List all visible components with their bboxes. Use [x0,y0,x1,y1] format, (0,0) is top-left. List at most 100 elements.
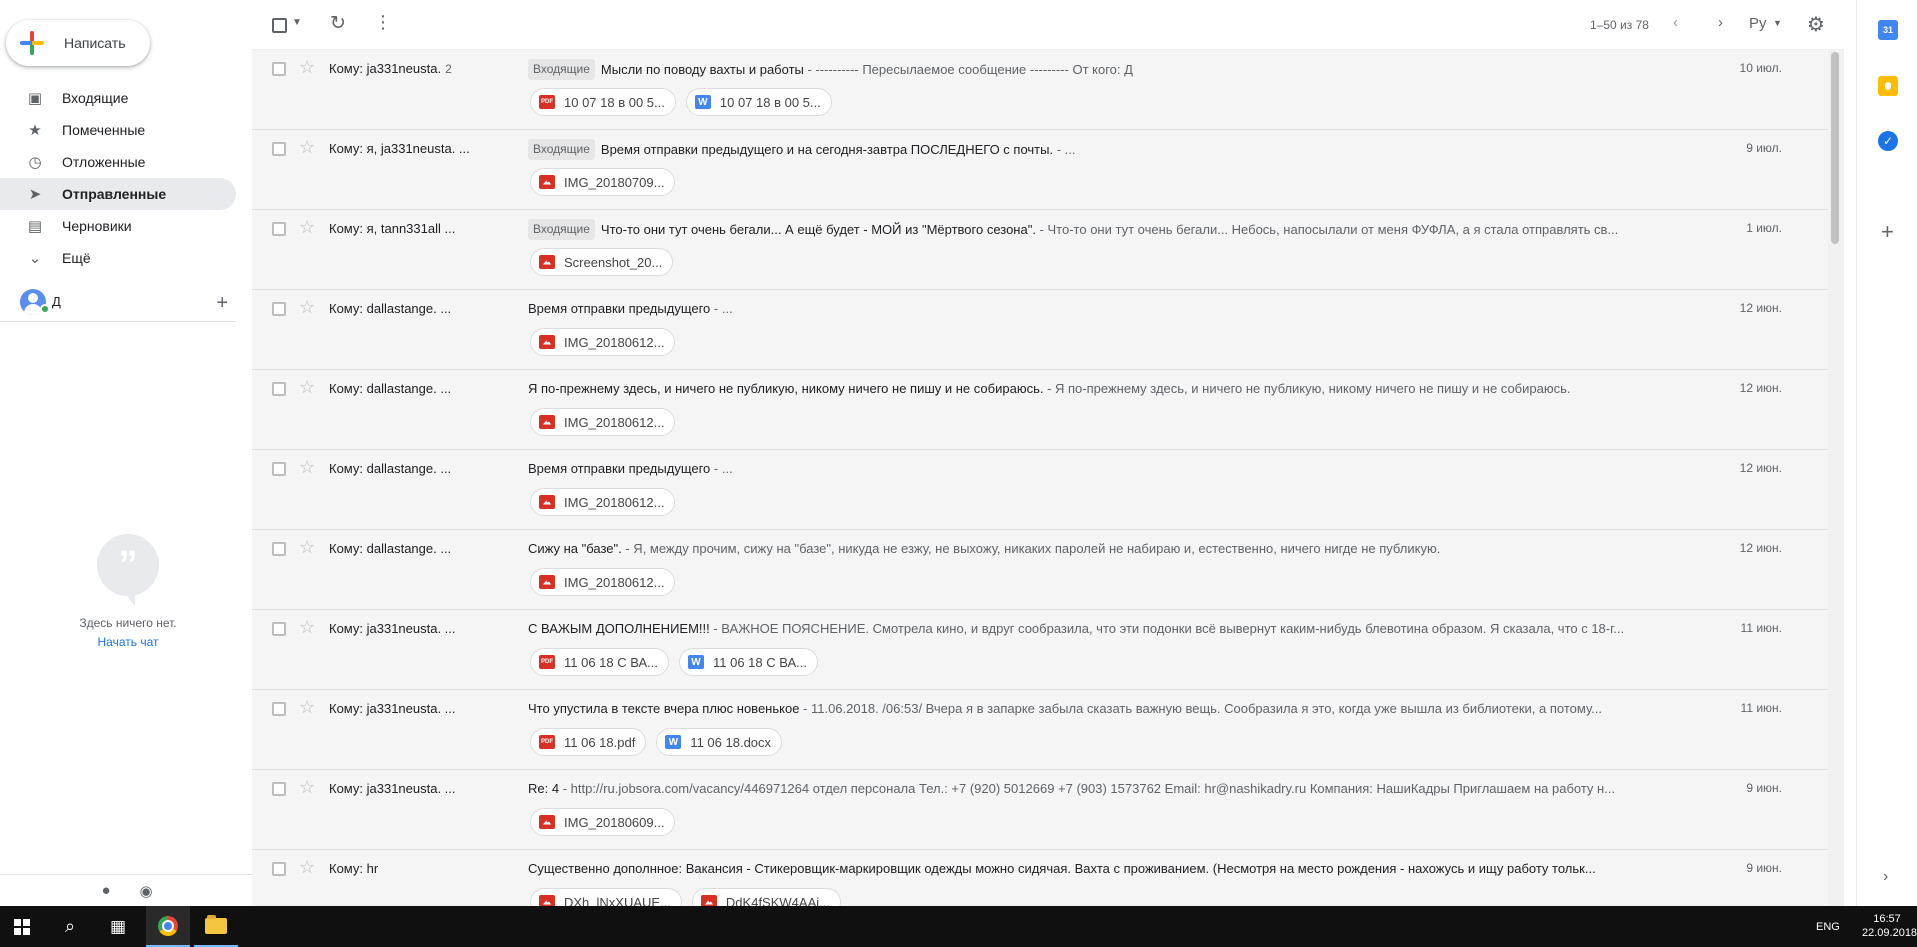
email-checkbox[interactable] [272,222,286,236]
tasks-icon[interactable]: ✓ [1878,131,1898,151]
start-button[interactable] [0,906,44,947]
mail-toolbar: ▼ ↻ ⋮ 1–50 из 78 ‹ › Ру ▼ ⚙ [252,0,1844,50]
hangouts-user[interactable]: Д + [0,282,236,322]
email-checkbox[interactable] [272,542,286,556]
select-all-checkbox[interactable] [272,18,287,33]
email-date: 12 июн. [1739,301,1782,315]
more-options-icon[interactable]: ⋮ [374,12,392,33]
email-snippet: - Что-то они тут очень бегали... Небось,… [1035,222,1619,237]
star-icon[interactable]: ☆ [299,457,315,478]
star-icon[interactable]: ☆ [299,857,315,878]
image-file-icon [539,255,555,269]
email-checkbox[interactable] [272,462,286,476]
start-chat-link[interactable]: Начать чат [0,635,256,649]
attachment-chip[interactable]: IMG_20180612... [530,568,676,596]
image-file-icon [539,415,555,429]
attachment-chip[interactable]: DXh_lNxXUAUE... [530,888,682,906]
keyboard-language[interactable]: ENG [1816,921,1840,933]
attachment-chip[interactable]: DdK4fSKW4AAi... [691,888,841,906]
sidebar-item-drafts[interactable]: ▤ Черновики [0,210,236,242]
person-icon[interactable]: ● [96,881,116,901]
scrollbar-thumb[interactable] [1831,52,1839,244]
email-row[interactable]: ☆ Кому: ja331neusta. 2 Входящие Мысли по п… [252,50,1844,130]
email-checkbox[interactable] [272,142,286,156]
add-app-icon[interactable]: + [1881,219,1894,245]
attachment-chip[interactable]: W 10 07 18 в 00 5... [685,88,832,116]
attachment-chip[interactable]: W 11 06 18 С ВА... [679,648,818,676]
compose-button[interactable]: Написать [6,20,150,66]
email-row[interactable]: ☆ Кому: dallastange. ... Время отправки … [252,290,1844,370]
search-icon[interactable]: ⌕ [48,906,92,947]
keep-icon[interactable] [1878,76,1898,96]
star-icon[interactable]: ☆ [299,57,315,78]
attachment-chip[interactable]: PDF 11 06 18 С ВА... [530,648,669,676]
email-row[interactable]: ☆ Кому: ja331neusta. ... С ВАЖЫМ ДОПОЛНЕ… [252,610,1844,690]
star-icon[interactable]: ☆ [299,777,315,798]
email-checkbox[interactable] [272,702,286,716]
attachment-chip[interactable]: PDF 11 06 18.pdf [530,728,647,756]
sidebar-bottom-bar: ● ◉ [0,874,252,906]
chrome-taskbar-button[interactable] [146,906,190,947]
attachment-chip[interactable]: IMG_20180612... [530,328,676,356]
collapse-panel-icon[interactable]: › [1883,868,1888,886]
email-row[interactable]: ☆ Кому: ja331neusta. ... Что упустила в … [252,690,1844,770]
online-status-icon [40,304,50,314]
select-dropdown-icon[interactable]: ▼ [292,17,302,28]
star-icon[interactable]: ☆ [299,217,315,238]
star-icon[interactable]: ☆ [299,537,315,558]
email-row[interactable]: ☆ Кому: я, ja331neusta. ... Входящие Врем… [252,130,1844,210]
sidebar-item-inbox[interactable]: ▣ Входящие [0,82,236,114]
email-date: 11 июн. [1740,701,1782,715]
previous-page-icon[interactable]: ‹ [1673,14,1678,31]
email-snippet: - ВАЖНОЕ ПОЯСНЕНИЕ. Смотрела кино, и вдр… [709,621,1625,636]
email-snippet: - ... [710,301,733,316]
star-icon[interactable]: ☆ [299,617,315,638]
email-attachments: DXh_lNxXUAUE... DdK4fSKW4AAi... [530,888,841,906]
star-icon[interactable]: ☆ [299,697,315,718]
email-checkbox[interactable] [272,302,286,316]
sidebar: Написать ▣ Входящие ★ Помеченные ◷ Отложенн… [0,0,252,906]
email-checkbox[interactable] [272,62,286,76]
next-page-icon[interactable]: › [1718,14,1723,31]
email-list-scrollbar[interactable] [1828,50,1844,906]
email-row[interactable]: ☆ Кому: dallastange. ... Я по-прежнему з… [252,370,1844,450]
calendar-icon[interactable]: 31 [1878,20,1898,40]
email-recipient: Кому: ja331neusta. ... [329,781,456,796]
hangouts-icon[interactable]: ◉ [136,881,156,901]
attachment-chip[interactable]: IMG_20180709... [530,168,676,196]
email-row[interactable]: ☆ Кому: hr Существенно дополнное: Ваканс… [252,850,1844,906]
email-row[interactable]: ☆ Кому: dallastange. ... Сижу на "базе".… [252,530,1844,610]
task-view-icon[interactable]: ▦ [96,906,140,947]
email-checkbox[interactable] [272,862,286,876]
sidebar-item-snoozed[interactable]: ◷ Отложенные [0,146,236,178]
attachment-chip[interactable]: PDF 10 07 18 в 00 5... [530,88,676,116]
email-row[interactable]: ☆ Кому: dallastange. ... Время отправки … [252,450,1844,530]
email-checkbox[interactable] [272,622,286,636]
star-icon[interactable]: ☆ [299,297,315,318]
email-checkbox[interactable] [272,382,286,396]
system-clock[interactable]: 16:57 22.09.2018 [1862,912,1917,940]
sidebar-item-starred[interactable]: ★ Помеченные [0,114,236,146]
attachment-chip[interactable]: Screenshot_20... [530,248,674,276]
email-row[interactable]: ☆ Кому: я, tann331all ... Входящие Что-то… [252,210,1844,290]
refresh-icon[interactable]: ↻ [330,12,346,35]
email-recipient: Кому: dallastange. ... [329,461,452,476]
attachment-chip[interactable]: W 11 06 18.docx [656,728,783,756]
add-contact-icon[interactable]: + [216,292,228,315]
attachment-chip[interactable]: IMG_20180612... [530,408,676,436]
sidebar-item-sent[interactable]: ➤ Отправленные [0,178,236,210]
attachment-chip[interactable]: IMG_20180612... [530,488,676,516]
language-dropdown-icon[interactable]: ▼ [1773,18,1782,28]
gear-icon[interactable]: ⚙ [1807,12,1825,37]
clock-time: 16:57 [1873,913,1901,925]
file-explorer-taskbar-button[interactable] [194,906,238,947]
sidebar-item-more[interactable]: ⌄ Ещё [0,242,236,274]
input-language[interactable]: Ру [1749,15,1767,32]
star-icon[interactable]: ☆ [299,377,315,398]
email-checkbox[interactable] [272,782,286,796]
email-subject: Время отправки предыдущего [528,301,711,316]
attachment-chip[interactable]: IMG_20180609... [530,808,676,836]
email-row[interactable]: ☆ Кому: ja331neusta. ... Re: 4 - http://… [252,770,1844,850]
email-attachments: PDF 11 06 18 С ВА... W 11 06 18 С ВА... [530,648,818,676]
star-icon[interactable]: ☆ [299,137,315,158]
